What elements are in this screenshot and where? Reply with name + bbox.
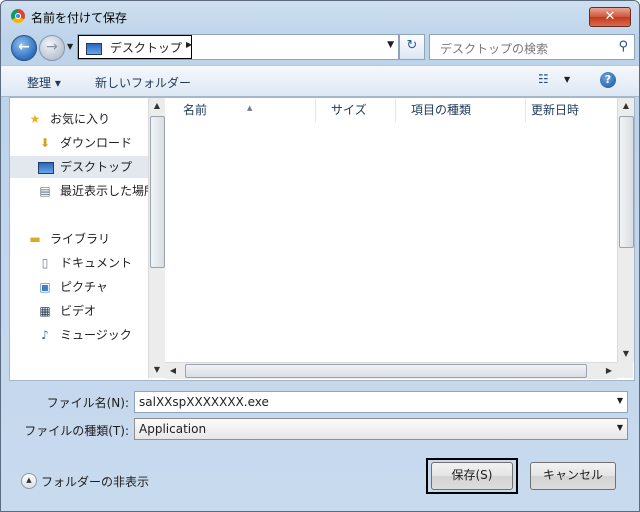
nav-scroll-thumb[interactable] <box>150 116 165 268</box>
view-dropdown-icon[interactable]: ▼ <box>564 75 570 84</box>
list-hscroll-thumb[interactable] <box>185 364 587 378</box>
nav-documents[interactable]: ▯ ドキュメント <box>10 252 148 274</box>
file-list[interactable]: 名前 ▲ サイズ 項目の種類 更新日時 <box>165 98 617 362</box>
save-as-dialog: 名前を付けて保存 ✕ ← → ▼ デスクトップ ▶ ▼ ↻ デスクトップの検索 … <box>0 0 640 512</box>
videos-icon: ▦ <box>39 304 51 318</box>
filename-field[interactable]: salXXspXXXXXXX.exe <box>139 395 269 409</box>
nav-label: 最近表示した場所 <box>60 184 148 198</box>
command-bar: 整理 ▾ 新しいフォルダー ☷ ▼ ? <box>1 65 639 97</box>
downloads-icon: ⬇ <box>39 136 51 150</box>
column-header-label: 項目の種類 <box>411 103 472 117</box>
filetype-label: ファイルの種類(T): <box>24 424 129 438</box>
search-input[interactable]: デスクトップの検索 <box>440 40 548 57</box>
back-button[interactable]: ← <box>11 35 37 61</box>
refresh-icon: ↻ <box>406 38 418 53</box>
save-button[interactable]: 保存(S) <box>431 462 513 490</box>
hide-folders-label: フォルダーの非表示 <box>41 475 150 489</box>
forward-arrow-icon: → <box>46 39 58 55</box>
breadcrumb[interactable]: デスクトップ <box>86 39 182 56</box>
refresh-button[interactable]: ↻ <box>399 34 425 60</box>
scroll-up-icon[interactable]: ▲ <box>618 98 634 114</box>
column-header-name[interactable]: 名前 ▲ <box>165 98 316 122</box>
nav-music[interactable]: ♪ ミュージック <box>10 324 148 346</box>
desktop-icon <box>38 160 54 174</box>
column-header-type[interactable]: 項目の種類 <box>395 98 526 122</box>
close-button[interactable]: ✕ <box>589 7 631 27</box>
new-folder-button[interactable]: 新しいフォルダー <box>95 74 191 91</box>
nav-favorites[interactable]: ★ お気に入り <box>10 108 148 130</box>
list-vertical-scrollbar[interactable]: ▲ ▼ <box>617 98 634 362</box>
scroll-corner <box>617 362 633 378</box>
nav-libraries[interactable]: ▬ ライブラリ <box>10 228 148 250</box>
address-bar[interactable]: デスクトップ ▶ ▼ <box>77 34 399 60</box>
column-header-date[interactable]: 更新日時 <box>525 98 617 122</box>
collapse-up-icon: ▲ <box>21 473 37 489</box>
nav-desktop[interactable]: デスクトップ <box>10 156 148 178</box>
back-arrow-icon: ← <box>18 39 30 55</box>
nav-downloads[interactable]: ⬇ ダウンロード <box>10 132 148 154</box>
sort-ascending-icon: ▲ <box>247 104 253 112</box>
music-icon: ♪ <box>41 328 49 342</box>
star-icon: ★ <box>29 112 41 126</box>
documents-icon: ▯ <box>41 256 49 270</box>
list-scroll-thumb[interactable] <box>619 116 634 248</box>
organize-menu[interactable]: 整理 ▾ <box>27 74 61 91</box>
nav-scrollbar[interactable]: ▲ ▼ <box>148 98 165 378</box>
column-header-size[interactable]: サイズ <box>315 98 396 122</box>
column-header-label: サイズ <box>331 103 367 117</box>
breadcrumb-location[interactable]: デスクトップ <box>110 41 182 55</box>
scroll-left-icon[interactable]: ◀ <box>165 363 181 379</box>
breadcrumb-chevron-icon[interactable]: ▶ <box>186 40 192 49</box>
address-dropdown-icon[interactable]: ▼ <box>387 40 394 50</box>
column-header-label: 名前 <box>183 103 208 117</box>
nav-label: ビデオ <box>60 304 97 318</box>
search-box[interactable]: デスクトップの検索 ⚲ <box>429 34 635 60</box>
recent-places-icon: ▤ <box>39 184 51 198</box>
nav-label: ピクチャ <box>60 280 108 294</box>
recent-locations-dropdown[interactable]: ▼ <box>67 42 73 51</box>
nav-label: ミュージック <box>60 328 132 342</box>
cancel-button[interactable]: キャンセル <box>530 462 616 490</box>
nav-label: お気に入り <box>50 112 111 126</box>
scroll-up-icon[interactable]: ▲ <box>149 98 165 114</box>
help-icon[interactable]: ? <box>600 72 616 88</box>
window-title: 名前を付けて保存 <box>31 11 128 25</box>
nav-pictures[interactable]: ▣ ピクチャ <box>10 276 148 298</box>
search-icon[interactable]: ⚲ <box>618 39 628 54</box>
nav-label: デスクトップ <box>60 160 133 174</box>
scroll-down-icon[interactable]: ▼ <box>149 362 165 378</box>
filename-combobox[interactable]: salXXspXXXXXXX.exe ▼ <box>134 391 628 413</box>
filename-label: ファイル名(N): <box>46 396 129 410</box>
forward-button[interactable]: → <box>39 35 65 61</box>
nav-label: ダウンロード <box>60 136 133 150</box>
view-options-icon[interactable]: ☷ <box>538 72 549 86</box>
nav-label: ドキュメント <box>60 256 133 270</box>
pictures-icon: ▣ <box>39 280 51 294</box>
nav-videos[interactable]: ▦ ビデオ <box>10 300 148 322</box>
filetype-value: Application <box>139 422 207 436</box>
list-horizontal-scrollbar[interactable]: ◀ ▶ <box>165 362 617 379</box>
scroll-down-icon[interactable]: ▼ <box>618 346 634 362</box>
scroll-right-icon[interactable]: ▶ <box>601 363 617 379</box>
library-icon: ▬ <box>29 232 41 246</box>
nav-recent-places[interactable]: ▤ 最近表示した場所 <box>10 180 148 202</box>
column-header-label: 更新日時 <box>531 103 580 117</box>
desktop-icon <box>86 42 102 55</box>
filename-dropdown-icon[interactable]: ▼ <box>617 396 623 405</box>
browser-pane: ★ お気に入り ⬇ ダウンロード デスクトップ ▤ 最近表示した場所 ▬ ライブ… <box>9 97 635 381</box>
filetype-dropdown-icon[interactable]: ▼ <box>617 423 623 432</box>
title-bar: 名前を付けて保存 ✕ <box>1 1 639 31</box>
chrome-app-icon <box>11 9 25 23</box>
filetype-select[interactable]: Application ▼ <box>134 418 628 440</box>
navigation-pane: ★ お気に入り ⬇ ダウンロード デスクトップ ▤ 最近表示した場所 ▬ ライブ… <box>10 98 148 378</box>
nav-label: ライブラリ <box>50 232 111 246</box>
